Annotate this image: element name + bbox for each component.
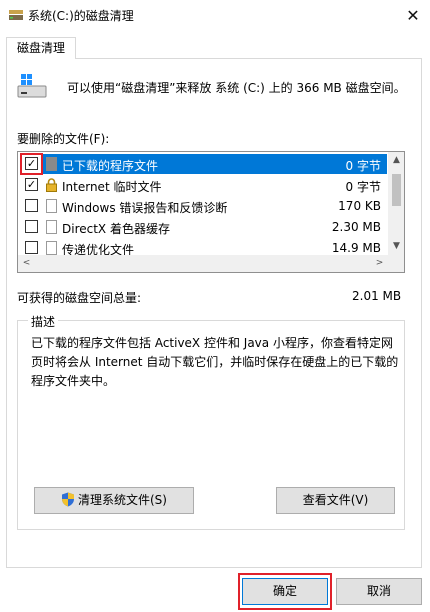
file-size: 0 字节 <box>345 180 381 194</box>
file-list[interactable]: ✓ 已下载的程序文件 0 字节 ✓ Internet 临时文件 0 字节 Win… <box>17 151 405 273</box>
description-legend: 描述 <box>28 313 59 330</box>
file-icon <box>46 241 57 255</box>
ok-button[interactable]: 确定 <box>242 578 328 605</box>
scroll-corner <box>388 255 404 272</box>
window-title: 系统(C:)的磁盘清理 <box>28 9 134 23</box>
checkbox[interactable]: ✓ <box>25 178 38 191</box>
file-size: 170 KB <box>338 199 381 213</box>
cleanup-button-label: 清理系统文件(S) <box>78 493 167 507</box>
list-item[interactable]: DirectX 着色器缓存 2.30 MB <box>18 217 388 237</box>
list-item[interactable]: ✓ Internet 临时文件 0 字节 <box>18 175 388 195</box>
cleanup-system-files-button[interactable]: 清理系统文件(S) <box>34 487 194 514</box>
cancel-button[interactable]: 取消 <box>336 578 422 605</box>
file-icon <box>46 220 57 234</box>
file-size: 2.30 MB <box>331 220 381 234</box>
file-name: Windows 错误报告和反馈诊断 <box>62 201 228 215</box>
checkbox[interactable] <box>25 241 38 254</box>
list-item[interactable]: Windows 错误报告和反馈诊断 170 KB <box>18 196 388 216</box>
close-button[interactable]: ✕ <box>396 0 430 30</box>
horizontal-scrollbar[interactable]: < > <box>18 255 388 272</box>
scroll-left-icon[interactable]: < <box>18 255 35 272</box>
total-space-label: 可获得的磁盘空间总量: <box>17 291 142 305</box>
summary-text: 可以使用“磁盘清理”来释放 系统 (C:) 上的 366 MB 磁盘空间。 <box>67 81 406 95</box>
drive-icon <box>17 74 47 98</box>
file-size: 0 字节 <box>345 159 381 173</box>
vertical-scrollbar[interactable]: ▲ ▼ <box>388 152 404 255</box>
scroll-thumb[interactable] <box>392 174 401 206</box>
checkbox[interactable]: ✓ <box>25 157 38 170</box>
checkbox[interactable] <box>25 199 38 212</box>
lock-icon <box>46 178 57 192</box>
scroll-up-icon[interactable]: ▲ <box>388 152 404 169</box>
description-text: 已下载的程序文件包括 ActiveX 控件和 Java 小程序，你查看特定网页时… <box>31 336 399 388</box>
file-size: 14.9 MB <box>331 241 381 255</box>
close-icon: ✕ <box>406 5 420 25</box>
scroll-right-icon[interactable]: > <box>371 255 388 272</box>
file-name: Internet 临时文件 <box>62 180 162 194</box>
tab-disk-cleanup[interactable]: 磁盘清理 <box>6 37 76 59</box>
files-to-delete-label: 要删除的文件(F): <box>17 132 110 146</box>
folder-icon <box>46 157 57 171</box>
list-item[interactable]: ✓ 已下载的程序文件 0 字节 <box>18 154 388 174</box>
shield-icon <box>62 492 74 507</box>
file-icon <box>46 199 57 213</box>
scroll-down-icon[interactable]: ▼ <box>388 238 404 255</box>
checkbox[interactable] <box>25 220 38 233</box>
file-name: 已下载的程序文件 <box>62 159 159 173</box>
total-space-value: 2.01 MB <box>352 289 402 303</box>
file-name: DirectX 着色器缓存 <box>62 222 170 236</box>
disk-cleanup-app-icon <box>9 10 23 20</box>
view-files-button[interactable]: 查看文件(V) <box>276 487 395 514</box>
